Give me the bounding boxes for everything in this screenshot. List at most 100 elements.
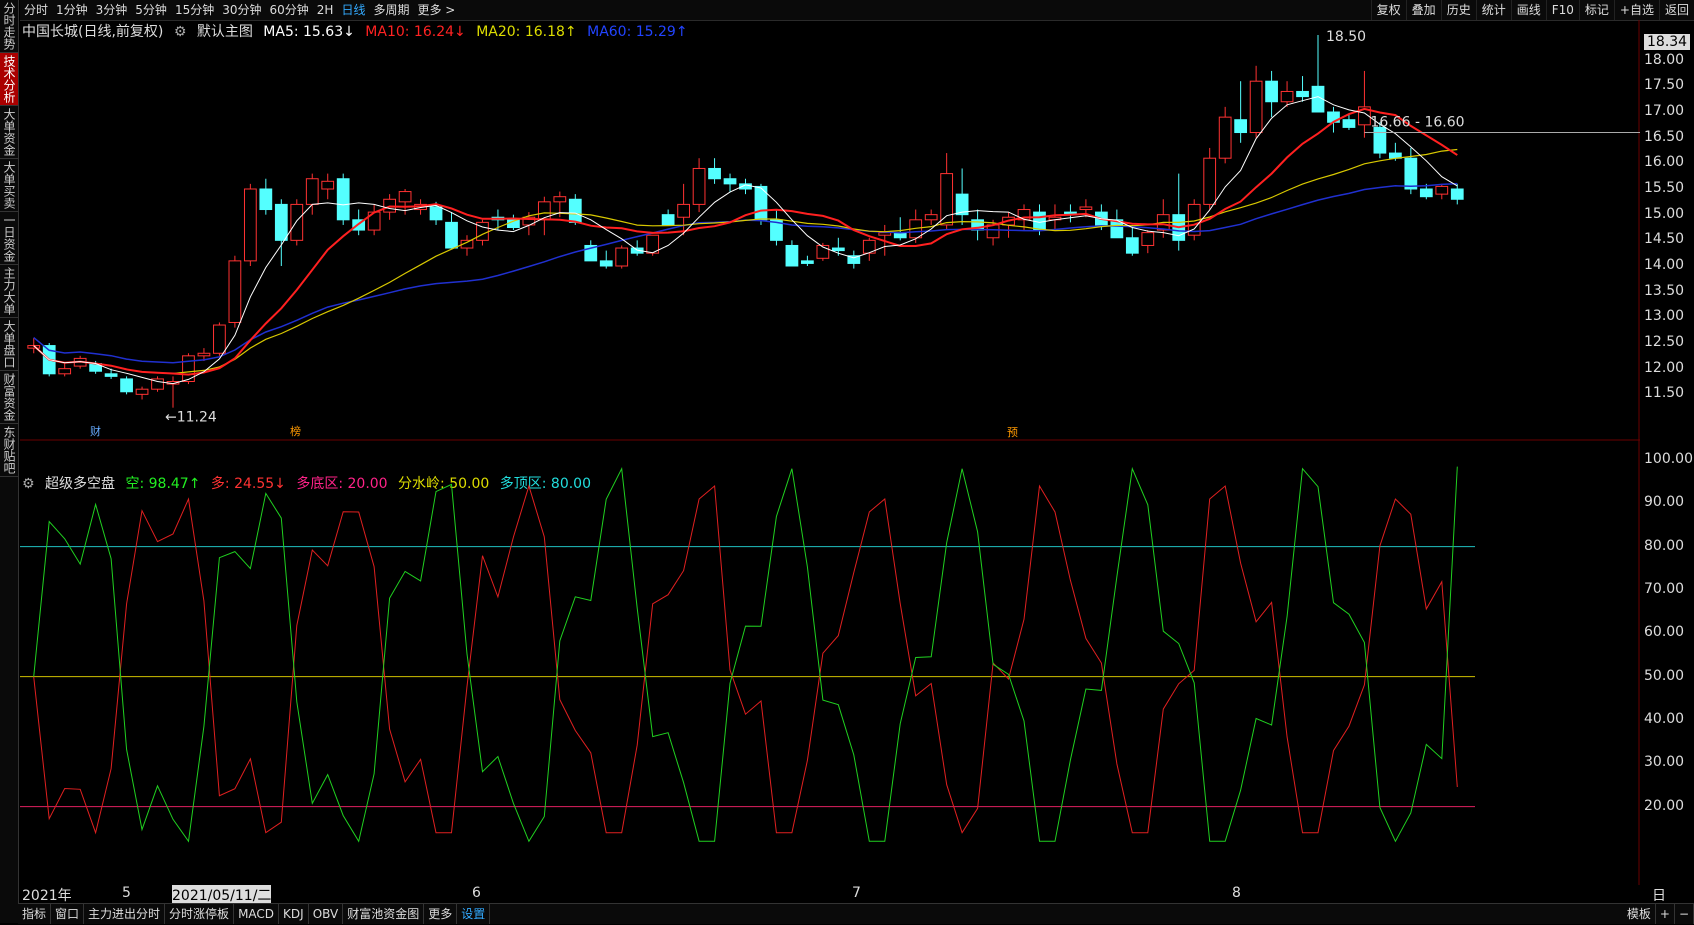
candle-body — [940, 173, 954, 226]
period-tab[interactable]: 15分钟 — [171, 0, 218, 20]
price-tick: 16.50 — [1644, 128, 1685, 145]
osc-tick: 60.00 — [1644, 624, 1685, 641]
candle-body — [104, 373, 118, 377]
price-chart[interactable]: 18.50 ←11.24 16.66 - 16.60 财 榜 预 — [20, 20, 1640, 885]
kong-line — [33, 466, 1458, 843]
candle-body — [1419, 188, 1433, 198]
sidebar-item[interactable]: 东财贴吧 — [0, 424, 18, 477]
price-tick: 12.50 — [1644, 334, 1685, 350]
period-tab[interactable]: 更多 > — [413, 0, 459, 20]
toolbar-button[interactable]: 返回 — [1658, 0, 1694, 20]
period-tab[interactable]: 2H — [313, 0, 338, 20]
candle-body — [1141, 232, 1155, 246]
indicator-tab[interactable]: 主力进出分时 — [84, 904, 166, 924]
indicator-tab[interactable]: OBV — [309, 904, 344, 924]
period-tab[interactable]: 1分钟 — [52, 0, 92, 20]
toolbar-button[interactable]: 标记 — [1578, 0, 1614, 20]
event-marker-yu: 预 — [1007, 426, 1018, 439]
candle-body — [831, 247, 845, 252]
candle-body — [197, 352, 211, 357]
indicator-tab[interactable]: MACD — [234, 904, 280, 924]
osc-tick: 30.00 — [1644, 754, 1685, 771]
candle-body — [321, 180, 335, 190]
candle-body — [1404, 157, 1418, 190]
period-tab[interactable]: 30分钟 — [218, 0, 265, 20]
price-tick: 13.50 — [1644, 282, 1685, 299]
candle-body — [135, 388, 149, 395]
osc-tick: 20.00 — [1644, 797, 1685, 814]
toolbar-button[interactable]: 画线 — [1510, 0, 1546, 20]
price-tick: 12.00 — [1644, 359, 1685, 376]
osc-tick: 90.00 — [1644, 494, 1685, 511]
candle-body — [336, 178, 350, 221]
candle-body — [228, 260, 242, 323]
date-label: 6 — [472, 885, 481, 901]
date-label: 8 — [1232, 885, 1241, 901]
candle-body — [1280, 90, 1294, 103]
candle-body — [615, 247, 629, 267]
sidebar-item[interactable]: 一日资金 — [0, 212, 18, 265]
sidebar-item[interactable]: 技术分析 — [0, 53, 18, 106]
candle-body — [1079, 206, 1093, 211]
period-tab[interactable]: 3分钟 — [92, 0, 132, 20]
period-tab[interactable]: 60分钟 — [266, 0, 313, 20]
sidebar-item[interactable]: 大单盘口 — [0, 318, 18, 371]
sidebar-item[interactable]: 财富资金 — [0, 371, 18, 424]
date-label: 2021/05/11/二 — [172, 885, 272, 905]
toolbar-button[interactable]: 复权 — [1370, 0, 1406, 20]
candle-body — [259, 188, 273, 211]
left-sidebar: 分时走势 技术分析 大单资金 大单买卖 一日资金 主力大单 大单盘口 财富资金 东财贴吧 — [0, 0, 19, 923]
event-marker-bang: 榜 — [290, 424, 301, 438]
bottom-button[interactable]: 模板 — [1623, 904, 1656, 924]
toolbar-button[interactable]: 历史 — [1440, 0, 1476, 20]
toolbar-button[interactable]: 叠加 — [1405, 0, 1441, 20]
period-toolbar: 分时 1分钟 3分钟 5分钟 15分钟 30分钟 60分钟 2H 日线 多周期 更多 > 复权 叠加历… — [20, 0, 1694, 21]
indicator-tab[interactable]: 设置 — [457, 904, 491, 924]
candle-body — [692, 167, 706, 205]
bottom-button[interactable]: − — [1675, 904, 1694, 924]
price-tick: 11.50 — [1644, 385, 1685, 402]
period-tab[interactable]: 5分钟 — [131, 0, 171, 20]
price-tick: 17.50 — [1644, 77, 1685, 94]
date-label: 5 — [122, 885, 131, 901]
candle-body — [1435, 185, 1449, 195]
price-tick: 13.00 — [1644, 308, 1685, 325]
price-tick: 15.00 — [1644, 205, 1685, 222]
candle-body — [120, 378, 133, 393]
period-tab[interactable]: 多周期 — [369, 0, 413, 20]
candle-body — [1234, 119, 1248, 134]
price-tick: 14.00 — [1644, 257, 1685, 273]
date-label: 2021年 — [22, 888, 72, 904]
sidebar-item[interactable]: 大单资金 — [0, 106, 18, 159]
candle-body — [568, 198, 582, 223]
current-price-tag: 18.34 — [1644, 34, 1691, 51]
toolbar-button[interactable]: F10 — [1545, 0, 1579, 20]
osc-tick: 40.00 — [1644, 711, 1685, 727]
candle-body — [924, 214, 938, 221]
sidebar-item[interactable]: 主力大单 — [0, 265, 18, 318]
candle-body — [537, 201, 551, 221]
indicator-tab[interactable]: 财富池资金图 — [343, 904, 425, 924]
indicator-tab[interactable]: 分时涨停板 — [165, 904, 235, 924]
bottom-button[interactable]: + — [1656, 904, 1675, 924]
candle-body — [213, 324, 226, 354]
toolbar-button[interactable]: +自选 — [1613, 0, 1659, 20]
high-price-label: 18.50 — [1326, 29, 1366, 45]
indicator-tab[interactable]: 更多 — [424, 904, 458, 924]
osc-tick: 50.00 — [1644, 667, 1685, 684]
candle-body — [274, 203, 288, 241]
indicator-tab[interactable]: 指标 — [18, 904, 52, 924]
candle-body — [1265, 80, 1278, 103]
period-tab[interactable]: 分时 — [20, 0, 52, 20]
candle-body — [1296, 90, 1309, 98]
toolbar-button[interactable]: 统计 — [1475, 0, 1511, 20]
low-price-label: ←11.24 — [165, 410, 217, 426]
candle-body — [1373, 126, 1387, 154]
candle-body — [1249, 80, 1263, 134]
period-tab[interactable]: 日线 — [337, 0, 369, 20]
indicator-tab[interactable]: KDJ — [279, 904, 309, 924]
indicator-tab[interactable]: 窗口 — [51, 904, 85, 924]
date-axis: 2021年52021/05/11/二678日线 — [22, 885, 1666, 924]
sidebar-item[interactable]: 分时走势 — [0, 0, 18, 53]
sidebar-item[interactable]: 大单买卖 — [0, 159, 18, 212]
